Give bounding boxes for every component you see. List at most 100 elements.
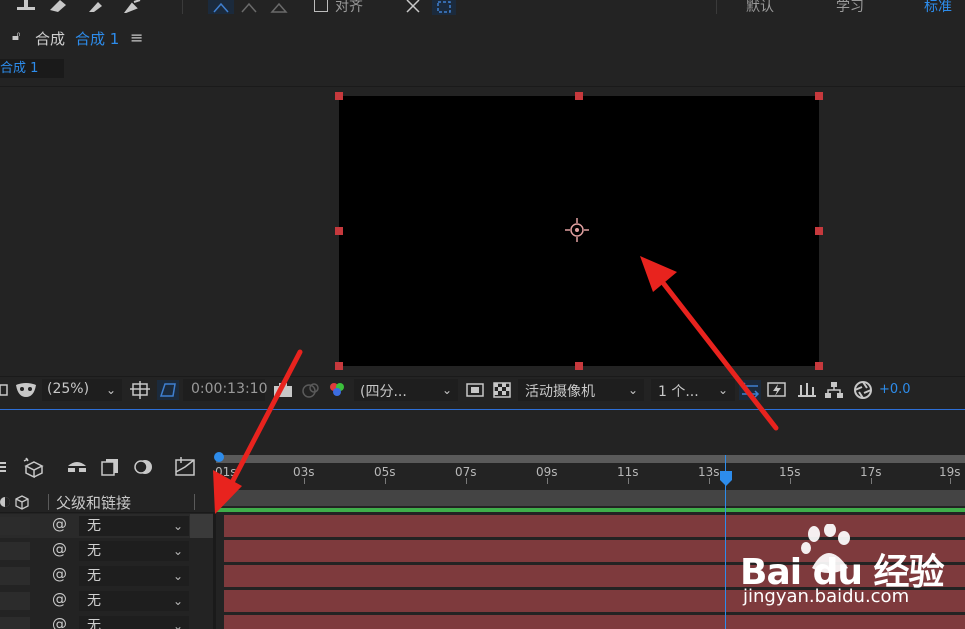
region-of-interest-icon[interactable] [465,382,485,398]
frame-blending-icon[interactable] [100,458,122,476]
transform-handle[interactable] [815,362,823,370]
timeline-toggle-icon[interactable] [796,381,818,399]
snap-icon[interactable] [404,0,422,13]
layer-row[interactable]: @ 无 ⌄ [0,564,213,588]
composition-tab[interactable]: 合成 1 [0,59,64,78]
time-ruler-tick [950,478,951,484]
transform-handle[interactable] [575,362,583,370]
playhead-handle[interactable] [719,471,733,487]
chevron-down-icon: ⌄ [106,383,117,397]
toolbar-divider [716,0,717,14]
layer-panel-divider[interactable] [213,512,216,629]
layer-row[interactable]: @ 无 ⌄ [0,539,213,563]
pixel-aspect-icon[interactable] [739,380,761,400]
layer-switches[interactable] [0,592,30,610]
workspace-learn[interactable]: 学习 [836,0,864,16]
time-navigator-bar[interactable] [216,455,965,463]
pick-whip-icon[interactable]: @ [52,590,67,608]
draft-3d-icon[interactable] [0,459,8,475]
workspace-standard[interactable]: 标准 [924,0,952,16]
parent-link-column-label: 父级和链接 [56,494,132,512]
panel-menu-icon[interactable]: ≡ [130,28,143,47]
parent-select[interactable]: 无 ⌄ [79,616,189,629]
roto-brush-icon[interactable] [86,0,108,13]
workspace-default[interactable]: 默认 [746,0,774,16]
transform-handle[interactable] [335,227,343,235]
chevron-down-icon: ⌄ [442,383,453,397]
stamp-tool-icon[interactable] [14,0,38,13]
mask-visibility-icon[interactable] [14,381,38,399]
3d-layer-icon[interactable] [22,456,46,478]
layer-row[interactable]: @ 无 ⌄ [0,514,213,538]
time-ruler-label: 05s [374,465,396,479]
parent-select[interactable]: 无 ⌄ [79,566,189,586]
color-channels-icon[interactable] [326,381,350,399]
graph-editor-icon[interactable] [173,457,197,477]
time-ruler-tick [628,478,629,484]
timeline-tool-row [0,450,212,484]
axis-local-icon[interactable] [208,0,234,14]
time-ruler-label: 19s [939,465,961,479]
fast-previews-icon[interactable] [766,381,788,399]
chevron-down-icon: ⌄ [628,383,639,397]
current-timecode: 0:00:13:10 [191,381,268,397]
time-ruler-tick [466,478,467,484]
layer-switches[interactable] [0,617,30,629]
always-preview-icon[interactable] [0,382,8,398]
layer-duration-bar[interactable] [224,615,965,629]
camera-view-value: 活动摄像机 [525,384,595,400]
exposure-reset-icon[interactable] [852,380,874,400]
time-ruler-tick [304,478,305,484]
show-snapshot-icon[interactable] [300,382,322,398]
layer-switches[interactable] [0,542,30,560]
safe-areas-icon[interactable] [130,381,152,399]
time-ruler-label: 17s [860,465,882,479]
motion-blur-icon[interactable] [132,458,154,476]
time-ruler-tick [224,478,225,484]
parent-select[interactable]: 无 ⌄ [79,591,189,611]
time-ruler-label: 09s [536,465,558,479]
pick-whip-icon[interactable]: @ [52,515,67,533]
time-ruler-tick [871,478,872,484]
layer-row[interactable]: @ 无 ⌄ [0,589,213,613]
snapping-options-icon[interactable] [432,0,456,15]
column-divider [194,494,195,510]
transform-handle[interactable] [815,92,823,100]
shy-layers-icon[interactable] [65,458,89,476]
chevron-down-icon: ⌄ [172,569,183,583]
eraser-tool-icon[interactable] [46,0,70,13]
time-ruler-tick [385,478,386,484]
time-ruler-label: 01s [215,465,237,479]
transform-handle[interactable] [335,92,343,100]
exposure-value[interactable]: +0.0 [879,382,911,397]
lock-icon[interactable]: 🔓︎ [12,29,20,44]
work-area-bar[interactable] [216,490,965,506]
align-checkbox[interactable] [314,0,328,12]
layer-row[interactable]: @ 无 ⌄ [0,614,213,629]
transparency-grid-icon[interactable] [492,382,512,398]
layer-switches[interactable] [0,517,30,535]
transform-handle[interactable] [815,227,823,235]
puppet-tool-icon[interactable] [122,0,144,13]
anchor-point-icon[interactable] [565,218,589,242]
snapshot-icon[interactable] [272,382,294,398]
selected-row-highlight [190,514,213,538]
pick-whip-icon[interactable]: @ [52,615,67,629]
flowchart-icon[interactable] [823,381,845,399]
parent-select[interactable]: 无 ⌄ [79,516,189,536]
layer-switches[interactable] [0,567,30,585]
time-ruler-label: 13s [698,465,720,479]
pick-whip-icon[interactable]: @ [52,565,67,583]
parent-value: 无 [87,618,101,629]
transform-handle[interactable] [335,362,343,370]
parent-select[interactable]: 无 ⌄ [79,541,189,561]
axis-view-icon[interactable] [268,0,290,13]
align-label: 对齐 [335,0,363,15]
pick-whip-icon[interactable]: @ [52,540,67,558]
composition-name[interactable]: 合成 1 [75,28,119,49]
transform-handle[interactable] [575,92,583,100]
time-navigator-start-handle[interactable] [214,452,224,462]
time-ruler-label: 11s [617,465,639,479]
axis-world-icon[interactable] [238,0,260,13]
toggle-mask-paths-icon[interactable] [157,380,179,400]
